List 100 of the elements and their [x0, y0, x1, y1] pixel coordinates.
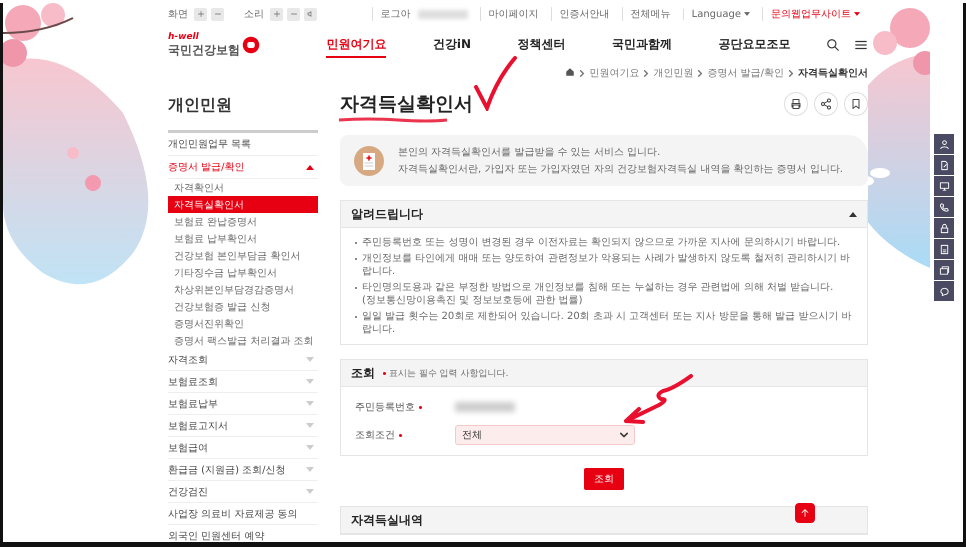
zoom-out-button[interactable] [211, 8, 224, 20]
share-icon [820, 98, 832, 110]
sidebar-subitem[interactable]: 건강보험증 발급 신청 [168, 298, 318, 315]
sidebar-item[interactable]: 건강검진 [168, 484, 208, 498]
sidebar-item[interactable]: 사업장 의료비 자료제공 동의 [168, 506, 298, 520]
breadcrumb-link[interactable]: 개인민원 [653, 66, 694, 80]
search-button[interactable]: 조회 [584, 468, 624, 490]
utility-link[interactable]: 문의웹업무사이트 [771, 7, 851, 21]
sidebar-item[interactable]: 보험료조회 [168, 374, 218, 388]
logout-link[interactable]: 로그아 [380, 7, 411, 21]
document-icon [938, 244, 950, 254]
quick-menu-button[interactable] [934, 197, 954, 217]
quick-menu-button[interactable] [934, 239, 954, 259]
sidebar-item[interactable]: 환급금 (지원금) 조회/신청 [168, 462, 286, 476]
condition-select[interactable]: 전체 [455, 425, 635, 445]
speaker-button[interactable] [304, 8, 317, 20]
nav-tab[interactable]: 국민과함께 [612, 32, 672, 58]
bookmark-button[interactable] [844, 92, 868, 116]
nav-tab[interactable]: 건강iN [432, 32, 471, 58]
quick-menu-button[interactable] [934, 134, 954, 154]
sidebar-subitem[interactable]: 증명서진위확인 [168, 315, 318, 332]
lock-icon [938, 222, 950, 234]
logo-text[interactable]: 국민건강보험 [168, 42, 240, 58]
person-icon [938, 138, 950, 150]
required-hint: 표시는 필수 입력 사항입니다. [389, 368, 508, 380]
logo-tagline: h-well [168, 32, 200, 42]
phone-icon [938, 202, 950, 212]
sidebar-subitem[interactable]: 차상위본인부담경감증명서 [168, 281, 318, 298]
sidebar-subitem[interactable]: 기타징수금 납부확인서 [168, 264, 318, 281]
sidebar-subitem[interactable]: 보험료 완납증명서 [168, 213, 318, 230]
quick-menu-button[interactable] [934, 218, 954, 238]
results-title: 자격득실내역 [351, 512, 423, 528]
page-title: 자격득실확인서 [340, 93, 473, 115]
chevron-right-icon [643, 70, 650, 76]
arrow-up-icon [800, 508, 810, 518]
arrow-drawing [621, 373, 693, 425]
intro-text: 자격득실확인서란, 가입자 또는 가입자였던 자의 건강보험자격득실 내역을 확인하는 증명서 입니다. [398, 163, 843, 176]
sidebar-item[interactable]: 보험료납부 [168, 396, 218, 410]
chat-bubble-icon [938, 286, 950, 296]
utility-link[interactable]: 마이페이지 [488, 7, 539, 21]
sidebar-subitem[interactable]: 증명서 팩스발급 처리결과 조회 [168, 332, 318, 349]
share-button[interactable] [814, 92, 838, 116]
collapse-button[interactable] [849, 212, 857, 216]
quick-menu-button[interactable] [934, 260, 954, 280]
sidebar-subitem[interactable]: 자격확인서 [168, 179, 318, 196]
chevron-right-icon [579, 70, 586, 76]
menu-icon [854, 38, 868, 52]
chevron-down-icon [620, 432, 628, 438]
quick-menu-button[interactable] [934, 176, 954, 196]
notice-title: 알려드립니다 [351, 206, 423, 222]
field-label: 주민등록번호 [355, 401, 415, 414]
screen-size-label: 화면 [168, 8, 188, 21]
nav-tab[interactable]: 공단요모조모 [718, 32, 791, 58]
blurred-value [455, 402, 515, 412]
blurred-text [418, 10, 468, 18]
home-icon [565, 66, 576, 76]
nav-tab[interactable]: 정책센터 [518, 32, 566, 58]
sidebar-item[interactable]: 보험급여 [168, 440, 208, 454]
printer-icon [790, 98, 802, 110]
scroll-top-button[interactable] [795, 503, 815, 523]
plus-icon [272, 10, 280, 18]
notice-item: 개인정보를 타인에게 매매 또는 양도하여 관련정보가 악용되는 사례가 발생하지 않도록 철저히 관리하시기 바랍니다. [362, 252, 852, 278]
sidebar-subitem[interactable]: 보험료 납부확인서 [168, 230, 318, 247]
required-mark-icon [383, 372, 386, 374]
sidebar-subitem[interactable]: 건강보험 본인부담금 확인서 [168, 247, 318, 264]
quick-menu-button[interactable] [934, 155, 954, 175]
sidebar-item[interactable]: 증명서 발급/확인 [168, 160, 245, 174]
logo-emblem-icon [242, 36, 260, 54]
sound-label: 소리 [244, 8, 264, 21]
sidebar-item[interactable]: 개인민원업무 목록 [168, 137, 252, 151]
document-icon [354, 146, 384, 176]
notice-note: (정보통신망이용촉진 및 정보보호등에 관한 법률) [362, 294, 584, 307]
chevron-right-icon [697, 70, 704, 76]
notice-item: 주민등록번호 또는 성명이 변경된 경우 이전자료는 확인되지 않으므로 가까운 지사에 문의하시기 바랍니다. [362, 236, 840, 249]
utility-link[interactable]: 인증서안내 [560, 7, 610, 21]
caret-down-icon [854, 12, 860, 16]
quick-menu-button[interactable] [934, 281, 954, 301]
caret-up-icon [849, 212, 857, 216]
folder-icon [938, 264, 950, 276]
search-icon [826, 38, 840, 52]
volume-up-button[interactable] [270, 8, 283, 20]
intro-text: 본인의 자격득실확인서를 발급받을 수 있는 서비스 입니다. [398, 146, 662, 159]
document-pen-icon [938, 160, 950, 170]
chevron-right-icon [788, 70, 794, 76]
print-button[interactable] [784, 92, 808, 116]
breadcrumb-link[interactable]: 증명서 발급/확인 [707, 66, 784, 80]
utility-link[interactable]: 전체메뉴 [630, 7, 671, 21]
breadcrumb-link[interactable]: 자격득실확인서 [798, 66, 868, 80]
zoom-in-button[interactable] [194, 8, 207, 20]
sidebar-item[interactable]: 보험료고지서 [168, 418, 228, 432]
breadcrumb-link[interactable]: 민원여기요 [589, 66, 640, 80]
sidebar-subitem[interactable]: 자격득실확인서 [168, 196, 318, 213]
notice-item: 타인명의도용과 같은 부정한 방법으로 개인정보를 침해 또는 누설하는 경우 관련법에 의해 처벌 받습니다. [362, 281, 834, 294]
utility-link[interactable]: Language [692, 8, 741, 20]
volume-down-button[interactable] [287, 8, 300, 20]
caret-down-icon [744, 12, 750, 16]
sidebar-item[interactable]: 자격조회 [168, 352, 208, 366]
sidebar-item[interactable]: 외국인 민원센터 예약 [168, 528, 264, 542]
plus-icon [196, 10, 204, 18]
nav-tab[interactable]: 민원여기요 [326, 32, 386, 58]
